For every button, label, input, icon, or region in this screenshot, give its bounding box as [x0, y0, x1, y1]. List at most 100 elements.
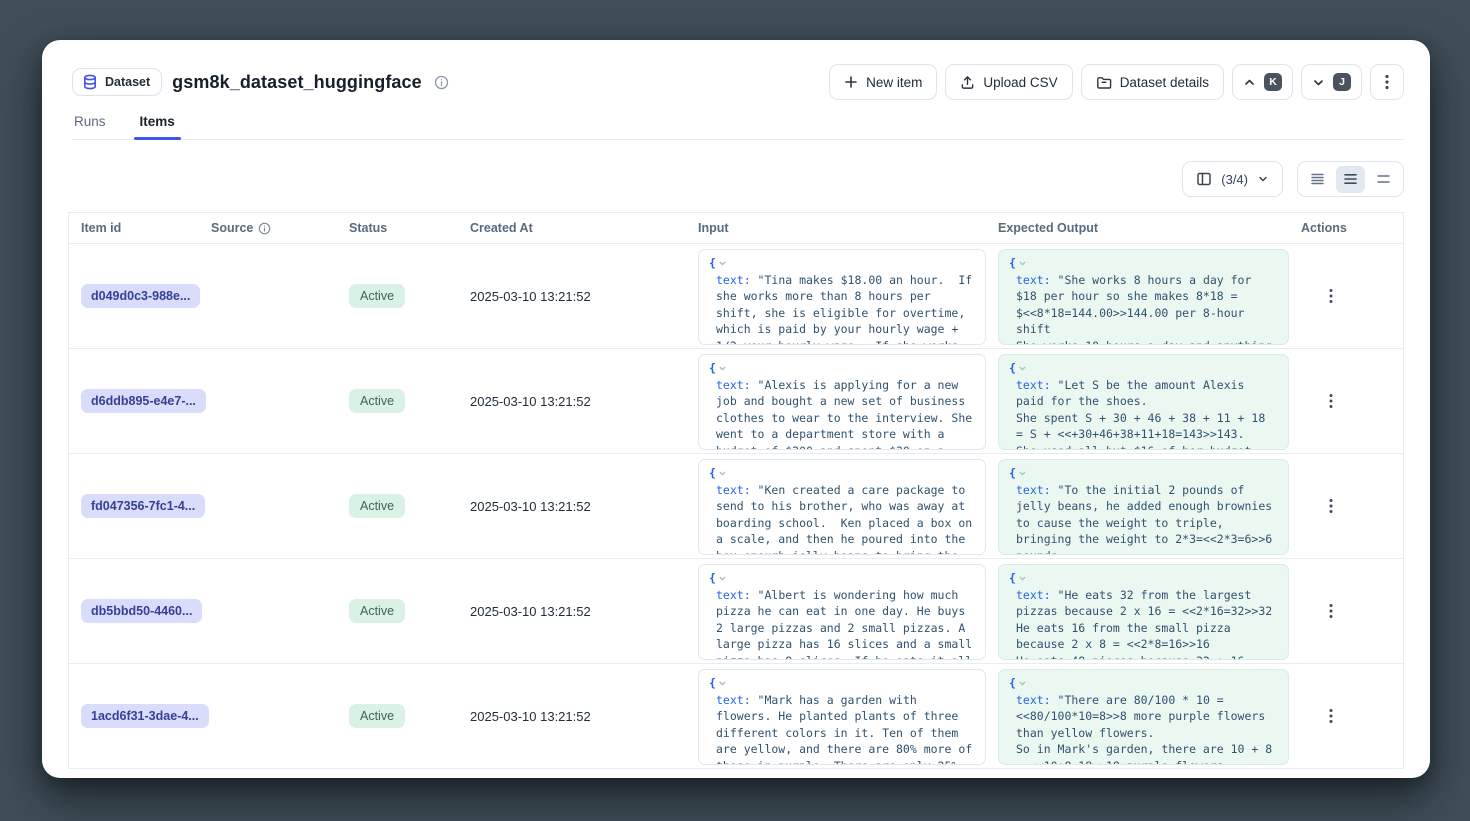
source-cell — [199, 664, 337, 768]
shortcut-j-badge: J — [1333, 73, 1351, 91]
expected-output-json-box[interactable]: { text: "To the initial 2 pounds of jell… — [998, 459, 1289, 555]
upload-csv-button[interactable]: Upload CSV — [945, 64, 1072, 100]
input-text: "Mark has a garden with flowers. He plan… — [716, 693, 979, 766]
status-badge: Active — [349, 389, 405, 413]
plus-icon — [844, 75, 858, 89]
col-header-actions: Actions — [1289, 221, 1403, 235]
input-json-box[interactable]: { text: "Alexis is applying for a new jo… — [698, 354, 986, 450]
item-id-pill[interactable]: d049d0c3-988e... — [81, 284, 200, 308]
tabs-bar: Runs Items — [42, 114, 1430, 140]
expected-output-json-box[interactable]: { text: "He eats 32 from the largest piz… — [998, 564, 1289, 660]
created-at-value: 2025-03-10 13:21:52 — [470, 499, 591, 514]
expected-output-json-box[interactable]: { text: "There are 80/100 * 10 = <<80/10… — [998, 669, 1289, 765]
expected-output-json-box[interactable]: { text: "She works 8 hours a day for $18… — [998, 249, 1289, 345]
row-actions-button[interactable] — [1317, 282, 1345, 310]
col-header-item-id[interactable]: Item id — [69, 221, 199, 235]
source-cell — [199, 349, 337, 453]
dataset-type-badge: Dataset — [72, 68, 162, 96]
collapse-chevron-icon[interactable] — [1018, 469, 1027, 478]
row-actions-button[interactable] — [1317, 702, 1345, 730]
status-badge: Active — [349, 599, 405, 623]
folder-icon — [1096, 75, 1112, 90]
items-table: Item id Source Status Created At Input E… — [68, 212, 1404, 769]
source-info-icon[interactable] — [258, 222, 271, 235]
input-json-box[interactable]: { text: "Mark has a garden with flowers.… — [698, 669, 986, 765]
table-row: 1acd6f31-3dae-4... Active 2025-03-10 13:… — [69, 664, 1403, 769]
collapse-chevron-icon[interactable] — [1018, 679, 1027, 688]
input-json-box[interactable]: { text: "Albert is wondering how much pi… — [698, 564, 986, 660]
created-at-value: 2025-03-10 13:21:52 — [470, 289, 591, 304]
columns-icon — [1196, 171, 1212, 187]
next-item-button[interactable]: J — [1301, 64, 1362, 100]
tab-runs[interactable]: Runs — [72, 114, 108, 139]
col-header-created-at[interactable]: Created At — [458, 221, 686, 235]
created-at-value: 2025-03-10 13:21:52 — [470, 604, 591, 619]
table-header-row: Item id Source Status Created At Input E… — [69, 213, 1403, 244]
dataset-page-card: Dataset gsm8k_dataset_huggingface New it… — [42, 40, 1430, 778]
row-height-large-button[interactable] — [1369, 166, 1398, 193]
created-at-value: 2025-03-10 13:21:52 — [470, 394, 591, 409]
input-json-box[interactable]: { text: "Tina makes $18.00 an hour. If s… — [698, 249, 986, 345]
input-text: "Tina makes $18.00 an hour. If she works… — [716, 273, 979, 346]
expected-output-text: "Let S be the amount Alexis paid for the… — [1016, 378, 1272, 451]
status-badge: Active — [349, 284, 405, 308]
header-more-menu-button[interactable] — [1370, 64, 1404, 100]
collapse-chevron-icon[interactable] — [718, 574, 727, 583]
dataset-details-button[interactable]: Dataset details — [1081, 64, 1224, 100]
upload-icon — [960, 75, 975, 90]
collapse-chevron-icon[interactable] — [1018, 574, 1027, 583]
table-row: db5bbd50-4460... Active 2025-03-10 13:21… — [69, 559, 1403, 664]
row-actions-button[interactable] — [1317, 597, 1345, 625]
item-id-pill[interactable]: 1acd6f31-3dae-4... — [81, 704, 209, 728]
expected-output-json-box[interactable]: { text: "Let S be the amount Alexis paid… — [998, 354, 1289, 450]
row-height-small-button[interactable] — [1303, 166, 1332, 193]
expected-output-text: "There are 80/100 * 10 = <<80/100*10=8>>… — [1016, 693, 1279, 766]
collapse-chevron-icon[interactable] — [1018, 259, 1027, 268]
col-header-expected-output[interactable]: Expected Output — [986, 221, 1289, 235]
tab-items[interactable]: Items — [138, 114, 177, 139]
input-text: "Albert is wondering how much pizza he c… — [716, 588, 979, 661]
dataset-details-label: Dataset details — [1120, 75, 1209, 90]
expected-output-text: "He eats 32 from the largest pizzas beca… — [1016, 588, 1272, 661]
source-cell — [199, 559, 337, 663]
columns-count-label: (3/4) — [1221, 172, 1248, 187]
page-title: gsm8k_dataset_huggingface — [172, 72, 422, 93]
collapse-chevron-icon[interactable] — [718, 259, 727, 268]
row-actions-button[interactable] — [1317, 492, 1345, 520]
row-height-toggle-group — [1297, 161, 1404, 197]
collapse-chevron-icon[interactable] — [718, 679, 727, 688]
table-toolbar: (3/4) — [42, 161, 1430, 197]
shortcut-k-badge: K — [1264, 73, 1282, 91]
dataset-badge-label: Dataset — [105, 75, 150, 89]
col-header-input[interactable]: Input — [686, 221, 986, 235]
title-info-icon[interactable] — [434, 75, 449, 90]
collapse-chevron-icon[interactable] — [1018, 364, 1027, 373]
collapse-chevron-icon[interactable] — [718, 469, 727, 478]
item-id-pill[interactable]: d6ddb895-e4e7-... — [81, 389, 206, 413]
page-header: Dataset gsm8k_dataset_huggingface New it… — [42, 40, 1430, 100]
row-actions-button[interactable] — [1317, 387, 1345, 415]
expected-output-text: "To the initial 2 pounds of jelly beans,… — [1016, 483, 1279, 556]
new-item-button[interactable]: New item — [829, 64, 937, 100]
header-actions: New item Upload CSV Dataset details — [829, 64, 1404, 100]
columns-selector-button[interactable]: (3/4) — [1182, 161, 1283, 197]
collapse-chevron-icon[interactable] — [718, 364, 727, 373]
col-header-status[interactable]: Status — [337, 221, 458, 235]
kebab-menu-icon — [1385, 74, 1389, 90]
status-badge: Active — [349, 494, 405, 518]
item-id-pill[interactable]: db5bbd50-4460... — [81, 599, 202, 623]
upload-csv-label: Upload CSV — [983, 75, 1057, 90]
table-row: fd047356-7fc1-4... Active 2025-03-10 13:… — [69, 454, 1403, 559]
expected-output-text: "She works 8 hours a day for $18 per hou… — [1016, 273, 1279, 346]
chevron-down-icon — [1257, 173, 1269, 185]
status-badge: Active — [349, 704, 405, 728]
col-header-source[interactable]: Source — [199, 221, 337, 235]
new-item-label: New item — [866, 75, 922, 90]
database-icon — [82, 74, 98, 90]
item-id-pill[interactable]: fd047356-7fc1-4... — [81, 494, 205, 518]
input-text: "Alexis is applying for a new job and bo… — [716, 378, 979, 451]
input-text: "Ken created a care package to send to h… — [716, 483, 979, 556]
prev-item-button[interactable]: K — [1232, 64, 1293, 100]
input-json-box[interactable]: { text: "Ken created a care package to s… — [698, 459, 986, 555]
row-height-medium-button[interactable] — [1336, 166, 1365, 193]
